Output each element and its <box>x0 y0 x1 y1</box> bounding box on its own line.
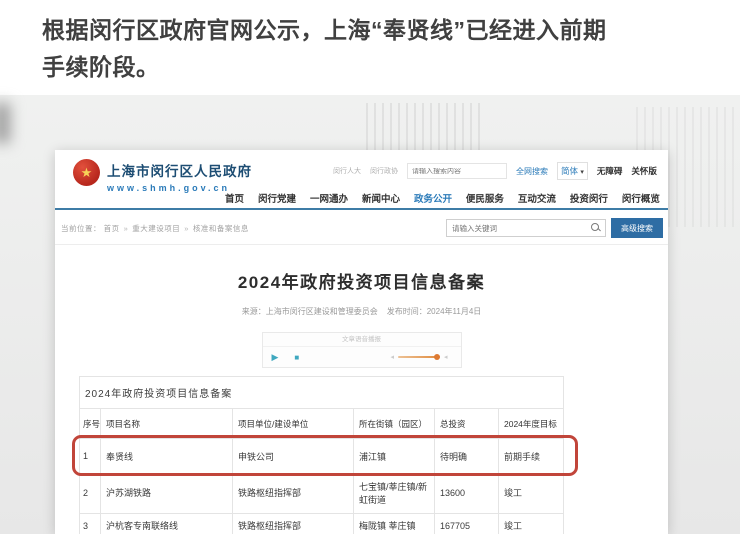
volume-slider-knob[interactable] <box>433 353 440 360</box>
top-link-zhengxie[interactable]: 闵行政协 <box>370 166 398 176</box>
site-brand[interactable]: 上海市闵行区人民政府 www.shmh.gov.cn <box>107 160 252 193</box>
caption-line-1: 根据闵行区政府官网公示，上海“奉贤线”已经进入前期 <box>42 17 607 43</box>
cell: 前期手续 <box>498 438 564 474</box>
cell: 13600 <box>434 473 499 514</box>
table-row-1: 1 奉贤线 申铁公司 浦江镇 待明确 前期手续 <box>79 438 564 474</box>
cell: 铁路枢纽指挥部 <box>232 513 354 534</box>
cell: 奉贤线 <box>100 438 233 474</box>
projects-table: 2024年政府投资项目信息备案 序号 项目名称 项目单位/建设单位 所在街镇（园区） 总投… <box>79 376 564 534</box>
table-row-3: 3 沪杭客专南联络线 铁路枢纽指挥部 梅陇镇 莘庄镇 167705 竣工 <box>79 513 564 534</box>
site-name: 上海市闵行区人民政府 <box>107 164 252 179</box>
audio-player-title: 文章语音播报 <box>262 333 461 347</box>
decorative-shadow <box>0 103 10 143</box>
keyword-search: 高级搜索 <box>446 218 663 238</box>
caption-line-2: 手续阶段。 <box>42 54 160 80</box>
column-header-1: 序号 <box>79 408 101 439</box>
volume-icon[interactable]: ◂ <box>444 353 448 361</box>
page-title: 2024年政府投资项目信息备案 <box>237 273 486 292</box>
column-header-4: 所在街镇（园区） <box>353 408 435 439</box>
search-icon[interactable] <box>591 223 601 233</box>
article-caption: 根据闵行区政府官网公示，上海“奉贤线”已经进入前期 手续阶段。 <box>0 0 740 86</box>
cell: 竣工 <box>498 473 564 514</box>
table-caption: 2024年政府投资项目信息备案 <box>79 376 564 409</box>
advanced-search-button[interactable]: 高级搜索 <box>611 218 663 238</box>
care-version-link[interactable]: 关怀版 <box>631 165 657 177</box>
header-utility-bar: 闵行人大 闵行政协 全网搜索 简体 ▾ 无障碍 关怀版 <box>333 162 657 180</box>
national-emblem-icon: ★ <box>73 159 100 186</box>
audio-player-controls: ▶ ■ ◂ ◂ <box>263 347 461 367</box>
breadcrumb-separator: » <box>184 223 189 233</box>
cell: 3 <box>79 513 101 534</box>
cell: 2 <box>79 473 101 514</box>
nav-item-2[interactable]: 闵行党建 <box>258 191 296 205</box>
site-search-button[interactable]: 全网搜索 <box>516 166 548 177</box>
article-meta: 来源：上海市闵行区建设和管理委员会 发布时间：2024年11月4日 <box>55 306 668 317</box>
accessibility-link[interactable]: 无障碍 <box>597 165 623 177</box>
breadcrumb-bar: 当前位置： 首页»重大建设项目»核准和备案信息 高级搜索 <box>55 212 668 245</box>
language-label: 简体 <box>561 166 579 176</box>
breadcrumb-item-1[interactable]: 首页 <box>104 224 120 233</box>
nav-item-6[interactable]: 便民服务 <box>466 191 504 205</box>
breadcrumb-separator: » <box>123 223 129 233</box>
screenshot-region: ★ 上海市闵行区人民政府 www.shmh.gov.cn 闵行人大 闵行政协 全… <box>0 95 740 534</box>
column-header-2: 项目名称 <box>100 408 233 439</box>
breadcrumb-item-2[interactable]: 重大建设项目 <box>132 224 180 233</box>
cell: 沪苏湖铁路 <box>100 473 233 514</box>
cell: 沪杭客专南联络线 <box>100 513 233 534</box>
site-search-box <box>407 163 507 179</box>
breadcrumb-label: 当前位置： <box>61 223 101 233</box>
play-icon[interactable]: ▶ <box>272 352 279 363</box>
cell: 七宝镇/莘庄镇/新虹街道 <box>353 473 435 514</box>
keyword-search-box <box>446 219 606 237</box>
article-publish-time: 发布时间：2024年11月4日 <box>386 307 482 316</box>
cell: 竣工 <box>498 513 564 534</box>
column-header-6: 2024年度目标 <box>498 408 564 439</box>
site-search-input[interactable] <box>408 167 502 175</box>
column-header-5: 总投资 <box>434 408 499 439</box>
cell: 铁路枢纽指挥部 <box>232 473 354 514</box>
keyword-search-input[interactable] <box>447 223 591 233</box>
cell: 浦江镇 <box>353 438 435 474</box>
chevron-down-icon: ▾ <box>580 169 584 176</box>
breadcrumb: 当前位置： 首页» 重大建设项目» 核准和备案信息 <box>61 223 249 234</box>
nav-item-3[interactable]: 一网通办 <box>310 191 348 205</box>
column-header-3: 项目单位/建设单位 <box>232 408 354 439</box>
cell: 申铁公司 <box>232 438 354 474</box>
language-select[interactable]: 简体 ▾ <box>557 162 588 180</box>
table-row-2: 2 沪苏湖铁路 铁路枢纽指挥部 七宝镇/莘庄镇/新虹街道 13600 竣工 <box>79 473 564 514</box>
cell: 1 <box>79 438 101 474</box>
nav-item-9[interactable]: 闵行概览 <box>622 191 660 205</box>
nav-item-1[interactable]: 首页 <box>225 191 244 205</box>
gov-website-window: ★ 上海市闵行区人民政府 www.shmh.gov.cn 闵行人大 闵行政协 全… <box>55 150 668 534</box>
article-source: 来源：上海市闵行区建设和管理委员会 <box>241 307 378 316</box>
audio-player: 文章语音播报 ▶ ■ ◂ ◂ <box>261 332 462 368</box>
volume-slider[interactable] <box>397 353 440 360</box>
nav-item-8[interactable]: 投资闵行 <box>570 191 608 205</box>
breadcrumb-item-3[interactable]: 核准和备案信息 <box>193 224 249 233</box>
top-link-renda[interactable]: 闵行人大 <box>333 166 361 176</box>
stop-icon[interactable]: ■ <box>294 353 299 362</box>
cell: 梅陇镇 莘庄镇 <box>353 513 435 534</box>
main-nav: 首页 闵行党建 一网通办 新闻中心 政务公开 便民服务 互动交流 投资闵行 闵行概览 <box>225 191 660 205</box>
nav-item-5[interactable]: 政务公开 <box>414 191 452 205</box>
nav-item-4[interactable]: 新闻中心 <box>362 191 400 205</box>
nav-item-7[interactable]: 互动交流 <box>518 191 556 205</box>
volume-down-icon[interactable]: ◂ <box>390 353 394 361</box>
projects-table-wrap: 2024年政府投资项目信息备案 序号 项目名称 项目单位/建设单位 所在街镇（园区） 总投… <box>72 376 578 534</box>
cell: 待明确 <box>434 438 499 474</box>
site-header: ★ 上海市闵行区人民政府 www.shmh.gov.cn 闵行人大 闵行政协 全… <box>55 150 668 210</box>
article-body: 2024年政府投资项目信息备案 来源：上海市闵行区建设和管理委员会 发布时间：2… <box>55 245 668 534</box>
cell: 167705 <box>434 513 499 534</box>
